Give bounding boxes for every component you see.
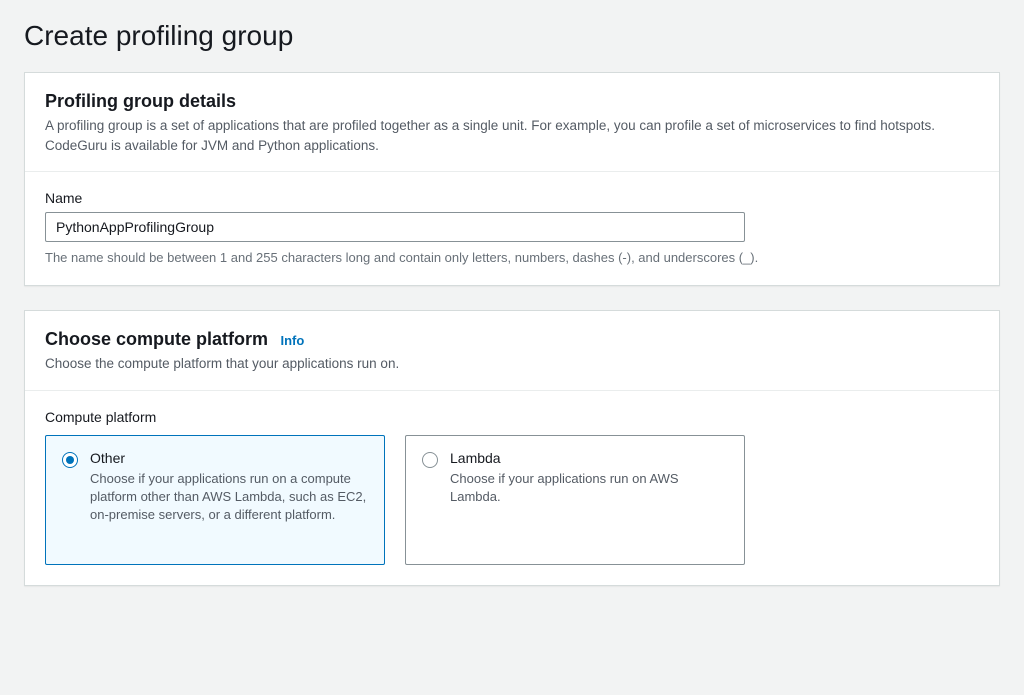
option-description: Choose if your applications run on AWS L… xyxy=(450,470,728,506)
platform-option-other[interactable]: Other Choose if your applications run on… xyxy=(45,435,385,565)
radio-icon xyxy=(62,452,78,468)
compute-platform-panel: Choose compute platform Info Choose the … xyxy=(24,310,1000,586)
profiling-details-panel: Profiling group details A profiling grou… xyxy=(24,72,1000,286)
compute-platform-description: Choose the compute platform that your ap… xyxy=(45,354,979,374)
info-link[interactable]: Info xyxy=(280,333,304,348)
profiling-details-header: Profiling group details A profiling grou… xyxy=(25,73,999,172)
platform-option-lambda[interactable]: Lambda Choose if your applications run o… xyxy=(405,435,745,565)
option-content: Other Choose if your applications run on… xyxy=(90,450,368,525)
compute-platform-body: Compute platform Other Choose if your ap… xyxy=(25,391,999,585)
option-title: Other xyxy=(90,450,368,466)
profiling-details-body: Name The name should be between 1 and 25… xyxy=(25,172,999,285)
option-title: Lambda xyxy=(450,450,728,466)
profiling-details-heading: Profiling group details xyxy=(45,91,236,111)
page-title: Create profiling group xyxy=(24,20,1000,52)
option-content: Lambda Choose if your applications run o… xyxy=(450,450,728,506)
compute-platform-heading: Choose compute platform xyxy=(45,329,268,349)
option-description: Choose if your applications run on a com… xyxy=(90,470,368,525)
name-helper-text: The name should be between 1 and 255 cha… xyxy=(45,250,979,265)
profiling-details-description: A profiling group is a set of applicatio… xyxy=(45,116,979,155)
compute-platform-header: Choose compute platform Info Choose the … xyxy=(25,311,999,391)
name-input[interactable] xyxy=(45,212,745,242)
radio-icon xyxy=(422,452,438,468)
name-label: Name xyxy=(45,190,979,206)
compute-platform-field-label: Compute platform xyxy=(45,409,979,425)
platform-options: Other Choose if your applications run on… xyxy=(45,435,979,565)
